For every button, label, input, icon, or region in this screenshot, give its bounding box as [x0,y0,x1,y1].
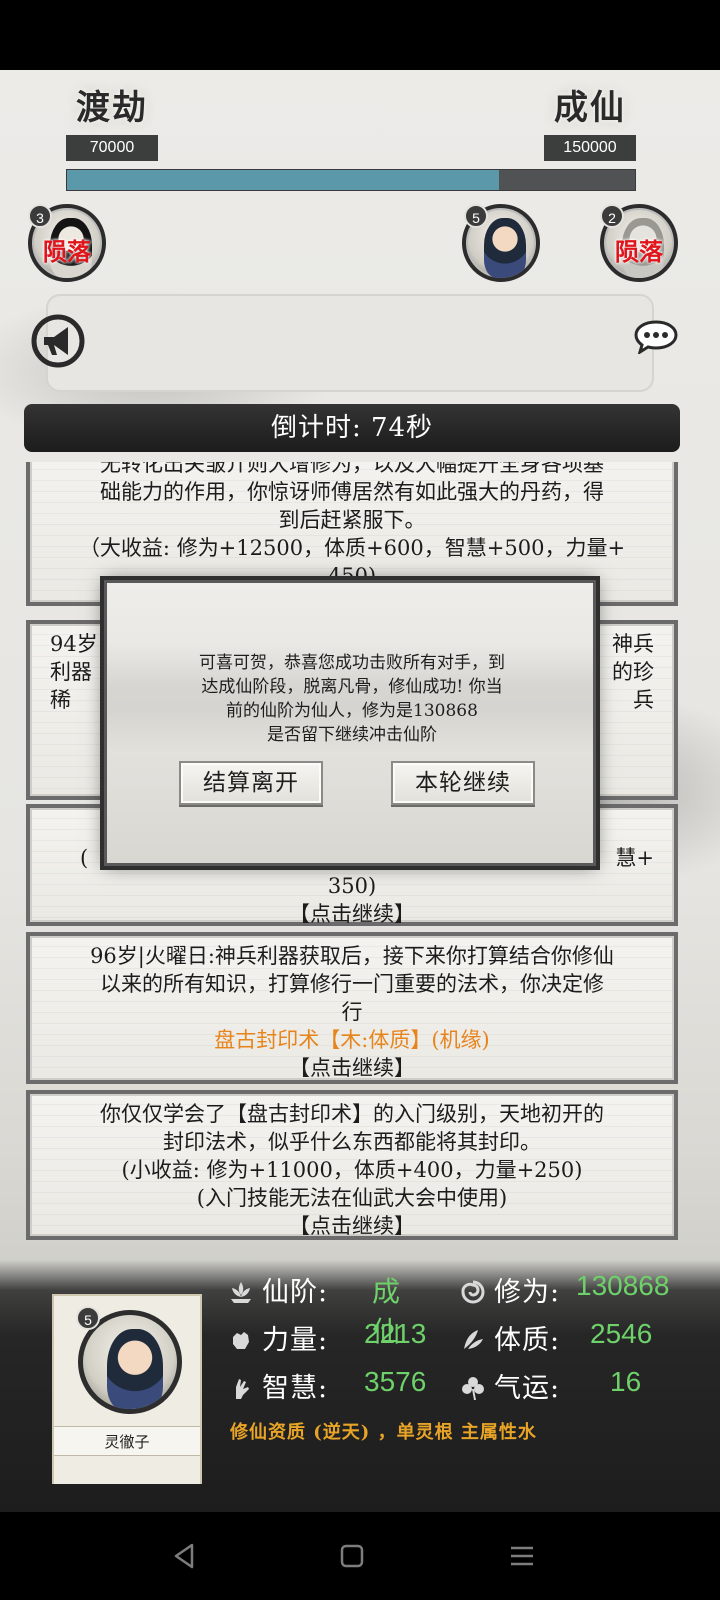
stat-value: 2546 [590,1318,653,1349]
fallen-label: 陨落 [43,237,91,266]
settle-leave-button[interactable]: 结算离开 [179,761,323,805]
back-icon[interactable] [168,1540,200,1572]
level-badge: 2 [600,204,624,228]
stat-label: 气运: [494,1373,561,1404]
home-icon[interactable] [336,1540,368,1572]
log-line: 慧+ [615,846,654,870]
fallen-label: 陨落 [615,237,663,266]
dialog-line: 是否留下继续冲击仙阶 [267,725,437,745]
progress-fill [67,170,499,190]
stat-label: 仙阶: [262,1277,329,1308]
log-line: 兵 [633,688,654,712]
leaves-icon [464,1330,483,1349]
continue-round-button[interactable]: 本轮继续 [391,761,535,805]
stat-wisdom: 智慧: 3576 [228,1366,426,1405]
chat-box[interactable] [46,294,654,392]
log-line: 行 [341,1000,363,1024]
skill-name: 盘古封印术【木:体质】(机缘) [214,1028,490,1052]
log-line: 350) [327,874,377,898]
stat-constitution: 体质: 2546 [460,1318,652,1357]
chat-bubble-icon[interactable] [634,320,678,354]
megaphone-icon[interactable] [30,313,86,369]
player-portrait-card[interactable]: 灵徹子 [52,1294,202,1484]
dialog-line: 达成仙阶段，脱离凡骨，修仙成功! 你当 [201,677,503,697]
recents-icon[interactable] [506,1540,538,1572]
player-name: 灵徹子 [54,1426,200,1456]
level-badge: 5 [76,1306,100,1330]
system-navigation-bar [0,1512,720,1600]
stage-current-name: 渡劫 [76,88,148,128]
stat-label: 修为: [494,1277,561,1308]
level-badge: 5 [464,204,488,228]
stat-rank: 仙阶: 成仙 [228,1270,400,1347]
log-line: 神兵 [612,632,654,656]
log-line: (入门技能无法在仙武大会中使用) [196,1186,508,1210]
log-line: ( [80,846,89,870]
dialog-line: 可喜可贺，恭喜您成功击败所有对手，到 [199,653,505,673]
victory-dialog: 可喜可贺，恭喜您成功击败所有对手，到 达成仙阶段，脱离凡骨，修仙成功! 你当 前… [104,580,596,866]
character-portrait [484,218,526,278]
log-line: 【点击继续】 [289,902,415,926]
continue-prompt[interactable]: 【点击继续】 [44,1054,660,1082]
stage-current-value: 70000 [66,135,158,161]
stat-luck: 气运: 16 [460,1366,641,1405]
log-line: (小收益: 修为+11000，体质+400，力量+250) [121,1158,583,1182]
game-screen: 渡劫 70000 成仙 150000 陨落 3 5 陨落 2 倒计时: 74秒 [0,70,720,1512]
stage-next-name: 成仙 [554,88,626,128]
banner-tail [54,1460,200,1484]
character-portrait [107,1329,163,1409]
log-line: 础能力的作用，你惊讶师傅居然有如此强大的丹药，得 [100,480,604,504]
cultivation-progress-bar [66,169,636,191]
clover-icon [462,1377,484,1400]
log-card[interactable]: 你仅仅学会了【盘古封印术】的入门级别，天地初开的 封印法术，似乎什么东西都能将其… [26,1090,678,1240]
log-line: 94岁 [50,632,98,656]
log-line: 到后赶紧服下。 [278,508,426,532]
hand-seal-icon [236,1379,249,1399]
log-line: 无转化出关皱介则大增修为，以及大幅提升全身各项基 [100,462,604,476]
continue-prompt[interactable]: 【点击继续】 [44,1212,660,1240]
log-line: 利器 [50,660,92,684]
stat-value: 16 [610,1366,642,1397]
stage-next-value: 150000 [544,135,636,161]
log-line: 封印法术，似乎什么东西都能将其封印。 [163,1130,541,1154]
log-line: 96岁|火曜日:神兵利器获取后，接下来你打算结合你修仙 [90,944,614,968]
countdown-timer: 倒计时: 74秒 [24,404,680,452]
stat-strength: 力量: 2213 [228,1318,426,1357]
stat-cultivation: 修为: 130868 [460,1270,669,1309]
fist-icon [233,1332,249,1349]
log-line: 的珍 [612,660,654,684]
log-line: 你仅仅学会了【盘古封印术】的入门级别，天地初开的 [100,1102,604,1126]
log-line: 以来的所有知识，打算修行一门重要的法术，你决定修 [100,972,604,996]
level-badge: 3 [28,204,52,228]
log-line: （大收益: 修为+12500，体质+600，智慧+500，力量+ [78,536,626,560]
stage-next: 成仙 150000 [540,80,640,161]
stat-value: 2213 [364,1318,427,1349]
stat-value: 130868 [576,1270,670,1301]
stat-label: 力量: [262,1325,329,1356]
dialog-line: 前的仙阶为仙人，修为是130868 [226,701,478,721]
aptitude-text: 修仙资质 (逆天) ，单灵根 主属性水 [230,1422,537,1443]
stat-value: 3576 [364,1366,427,1397]
log-card[interactable]: 96岁|火曜日:神兵利器获取后，接下来你打算结合你修仙 以来的所有知识，打算修行… [26,932,678,1084]
lotus-icon [231,1282,251,1303]
stage-current: 渡劫 70000 [62,80,162,161]
stat-label: 智慧: [262,1373,329,1404]
stat-label: 体质: [494,1325,561,1356]
dialog-message: 可喜可贺，恭喜您成功击败所有对手，到 达成仙阶段，脱离凡骨，修仙成功! 你当 前… [157,651,547,747]
log-line: 稀 [50,688,71,712]
swirl-icon [461,1280,485,1304]
